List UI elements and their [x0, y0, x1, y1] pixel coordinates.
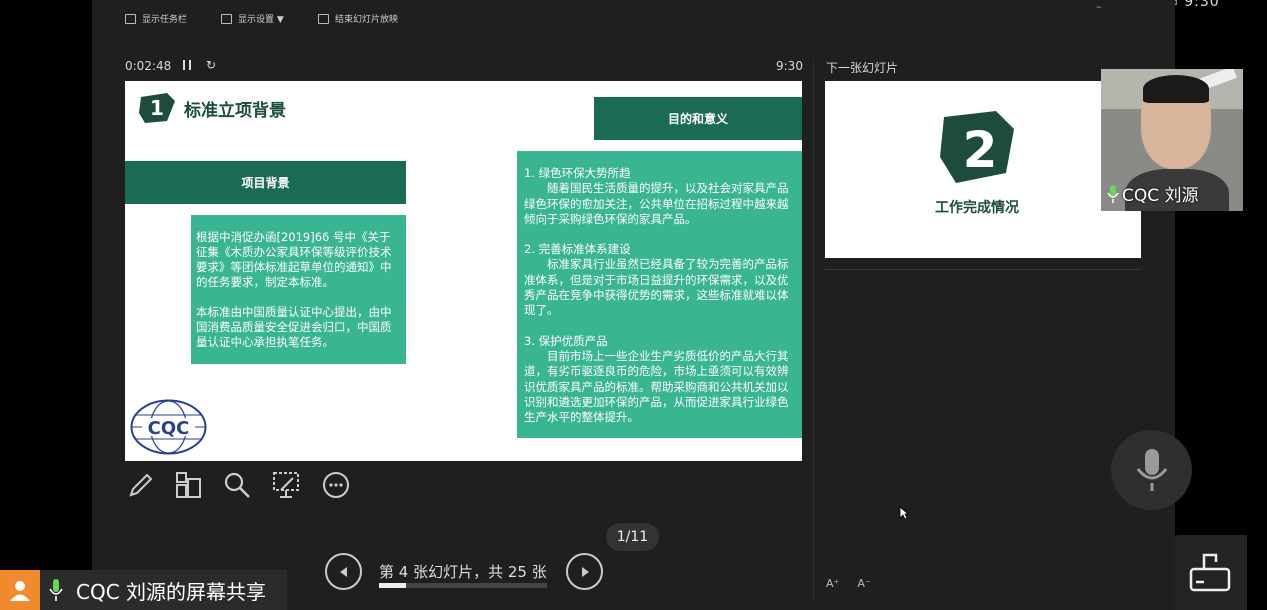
goal-item: 3. 保护优质产品 目前市场上一些企业生产劣质低价的产品大行其道，有劣币驱逐良币… — [524, 334, 797, 426]
page-badge: 1/11 — [606, 523, 659, 551]
reset-icon[interactable]: ↻ — [206, 58, 216, 72]
slides-grid-button[interactable] — [170, 468, 206, 502]
display-settings-button[interactable]: 显示设置 ▼ — [221, 12, 284, 25]
slide-position: 第 4 张幻灯片，共 25 张 — [379, 563, 547, 581]
current-slide: 1 标准立项背景 项目背景 根据中消促办函[2019]66 号中《关于征集《木质… — [125, 81, 802, 461]
slide-progress-fill — [379, 583, 406, 588]
more-options-button[interactable] — [318, 468, 354, 502]
section-title: 标准立项背景 — [184, 101, 286, 121]
video-hair — [1143, 75, 1209, 103]
layout-icon — [1189, 553, 1231, 591]
next-section-number: 2 — [963, 121, 998, 179]
background-heading: 项目背景 — [125, 161, 406, 204]
show-taskbar-button[interactable]: 显示任务栏 — [125, 12, 187, 25]
taskbar-icon — [125, 13, 136, 24]
zoom-button[interactable] — [219, 468, 255, 502]
goal-box: 1. 绿色环保大势所趋 随着国民生活质量的提升，以及社会对家具产品绿色环保的愈加… — [517, 151, 802, 438]
screen-share-bar[interactable]: CQC 刘源的屏幕共享 — [0, 570, 287, 610]
cqc-logo: CQC — [130, 399, 207, 455]
goal-item-body: 目前市场上一些企业生产劣质低价的产品大行其道，有劣币驱逐良币的危险，市场上亟须可… — [524, 348, 789, 425]
elapsed-timer: 0:02:48 — [125, 59, 172, 73]
background-paragraph: 根据中消促办函[2019]66 号中《关于征集《木质办公家具环保等级评价技术要求… — [196, 230, 392, 289]
previous-slide-button[interactable] — [325, 553, 362, 590]
end-show-button[interactable]: 结束幻灯片放映 — [318, 12, 398, 25]
next-slide-label: 下一张幻灯片 — [826, 61, 899, 75]
grid-icon — [176, 472, 201, 498]
pen-tool-button[interactable] — [122, 468, 158, 502]
pen-icon — [129, 473, 153, 497]
black-screen-button[interactable] — [268, 468, 304, 502]
next-slide-button[interactable] — [566, 553, 603, 590]
notes-divider — [825, 269, 1141, 270]
microphone-button[interactable] — [1111, 430, 1192, 510]
font-increase-button[interactable]: A⁺ — [826, 577, 839, 590]
avatar — [0, 570, 40, 610]
minimize-icon[interactable]: – — [1096, 0, 1102, 13]
slide-progress-bar — [379, 583, 547, 588]
goal-item-heading: 3. 保护优质产品 — [524, 333, 608, 348]
goal-heading: 目的和意义 — [594, 97, 802, 140]
next-slide-title: 工作完成情况 — [935, 200, 1019, 216]
layout-switch-button[interactable] — [1173, 535, 1247, 610]
pause-icon[interactable] — [183, 60, 191, 70]
goal-item-body: 随着国民生活质量的提升，以及社会对家具产品绿色环保的愈加关注，公共单位在招标过程… — [524, 181, 789, 226]
goal-item: 1. 绿色环保大势所趋 随着国民生活质量的提升，以及社会对家具产品绿色环保的愈加… — [524, 166, 797, 227]
next-section-brush-icon: 2 — [940, 111, 1014, 183]
goal-item-body: 标准家具行业虽然已经具备了较为完善的产品标准体系，但是对于市场日益提升的环保需求… — [524, 257, 789, 318]
end-show-icon — [318, 13, 329, 24]
font-size-controls: A⁺ A⁻ — [826, 577, 871, 590]
user-icon — [10, 581, 30, 601]
background-box: 根据中消促办函[2019]66 号中《关于征集《木质办公家具环保等级评价技术要求… — [191, 215, 406, 364]
clock: 9:30 — [776, 59, 803, 73]
mouse-cursor-icon — [899, 506, 909, 520]
magnifier-icon — [224, 472, 250, 498]
section-number-brush-icon: 1 — [139, 93, 175, 123]
panel-separator — [813, 60, 814, 600]
participant-name: CQC 刘源 — [1107, 181, 1199, 206]
screen-icon — [273, 472, 299, 498]
goal-item: 2. 完善标准体系建设 标准家具行业虽然已经具备了较为完善的产品标准体系，但是对… — [524, 242, 797, 318]
mic-icon — [49, 579, 63, 601]
display-icon — [221, 13, 232, 24]
triangle-left-icon — [339, 566, 347, 577]
more-icon — [323, 472, 349, 498]
background-paragraph: 本标准由中国质量认证中心提出，由中国消费品质量安全促进会归口，中国质量认证中心承… — [196, 305, 392, 349]
next-slide-preview[interactable]: 2 工作完成情况 — [825, 81, 1141, 258]
share-text: CQC 刘源的屏幕共享 — [76, 579, 267, 604]
triangle-right-icon — [581, 566, 589, 577]
section-number: 1 — [150, 96, 164, 120]
goal-item-heading: 1. 绿色环保大势所趋 — [524, 166, 631, 180]
goal-item-heading: 2. 完善标准体系建设 — [524, 242, 631, 257]
mic-icon — [1107, 184, 1119, 203]
mic-icon — [1136, 449, 1167, 491]
logo-text: CQC — [148, 418, 190, 439]
font-decrease-button[interactable]: A⁻ — [857, 577, 870, 590]
